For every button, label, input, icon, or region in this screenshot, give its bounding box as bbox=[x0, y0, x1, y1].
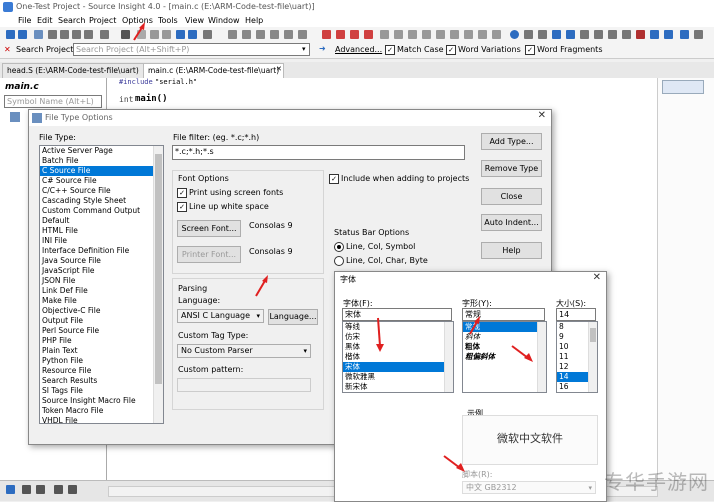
arrowhead bbox=[456, 463, 465, 472]
watermark-text: 专华手游网 bbox=[604, 470, 709, 494]
arrow-font-name bbox=[377, 317, 381, 347]
arrowhead bbox=[474, 316, 480, 324]
arrowhead bbox=[524, 353, 533, 362]
arrow-script bbox=[443, 455, 461, 469]
annotation-layer bbox=[133, 22, 533, 472]
arrow-font-size bbox=[511, 345, 529, 359]
arrowhead bbox=[139, 22, 145, 30]
arrowhead bbox=[262, 275, 268, 283]
arrowhead bbox=[376, 344, 384, 352]
